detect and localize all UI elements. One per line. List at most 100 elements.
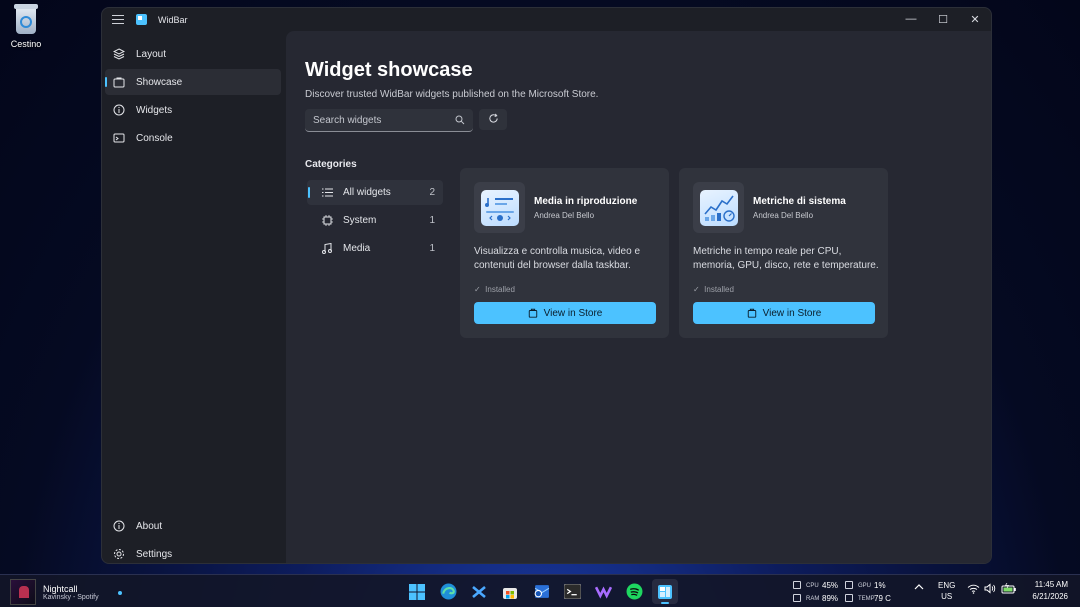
info-icon (113, 520, 125, 532)
sidebar-nav: Layout Showcase Widgets Console About Se… (102, 31, 286, 563)
store-icon[interactable] (497, 579, 523, 604)
ram-label: RAM (806, 595, 820, 602)
spotify-icon[interactable] (621, 579, 647, 604)
category-label: System (343, 215, 377, 226)
layers-icon (113, 48, 125, 60)
list-icon (321, 188, 333, 197)
widbar-window: WidBar — ☐ ✕ Layout Showcase Widgets Con… (101, 7, 992, 564)
now-playing-artist: Kavinsky - Spotify (43, 593, 99, 601)
gpu-stat: GPU 1% (845, 581, 886, 590)
media-player-icon (474, 182, 525, 233)
edge-icon[interactable] (435, 579, 461, 604)
gpu-icon (845, 581, 853, 589)
language-indicator[interactable]: ENG US (938, 580, 955, 602)
cpu-value: 45% (822, 581, 839, 590)
view-in-store-button[interactable]: View in Store (474, 302, 656, 324)
category-media[interactable]: Media 1 (307, 236, 443, 261)
sidebar-item-label: Settings (136, 548, 173, 560)
ram-icon (793, 594, 801, 602)
cpu-stat: CPU 45% (793, 581, 838, 590)
wifi-icon[interactable] (967, 584, 980, 596)
gear-icon (113, 548, 125, 560)
install-status: ✓ Installed (474, 285, 515, 294)
recycle-bin-desktop-icon[interactable]: Cestino (6, 4, 46, 49)
music-icon (321, 243, 333, 254)
visual-studio-preview-icon[interactable] (590, 579, 616, 604)
widget-name: Media in riproduzione (534, 196, 638, 207)
widbar-icon[interactable] (652, 579, 678, 604)
recycle-bin-icon (13, 4, 39, 34)
store-icon (113, 76, 125, 88)
taskbar-apps (404, 579, 683, 604)
store-icon (528, 308, 538, 318)
title-bar: WidBar — ☐ ✕ (102, 8, 991, 31)
system-metrics-icon (693, 182, 744, 233)
close-button[interactable]: ✕ (959, 8, 991, 30)
windows-start-icon[interactable] (404, 579, 430, 604)
widget-author: Andrea Del Bello (534, 211, 595, 220)
clock[interactable]: 11:45 AM 6/21/2026 (1026, 579, 1068, 603)
check-icon: ✓ (693, 285, 700, 294)
sidebar-item-settings[interactable]: Settings (105, 541, 281, 563)
categories-heading: Categories (305, 159, 357, 170)
category-label: All widgets (343, 187, 391, 198)
cpu-label: CPU (806, 582, 819, 589)
install-status-label: Installed (704, 285, 734, 294)
temp-label: TEMP (858, 595, 875, 602)
chip-icon (321, 215, 333, 226)
check-icon: ✓ (474, 285, 481, 294)
clock-date: 6/21/2026 (1032, 592, 1068, 601)
widget-author: Andrea Del Bello (753, 211, 814, 220)
install-status: ✓ Installed (693, 285, 734, 294)
hamburger-menu-icon[interactable] (112, 12, 124, 27)
refresh-button[interactable] (479, 109, 507, 130)
button-label: View in Store (543, 307, 603, 319)
temperature-icon (845, 594, 853, 602)
sidebar-item-about[interactable]: About (105, 513, 281, 539)
category-count: 1 (429, 215, 435, 226)
sidebar-item-showcase[interactable]: Showcase (105, 69, 281, 95)
category-count: 2 (429, 187, 435, 198)
view-in-store-button[interactable]: View in Store (693, 302, 875, 324)
show-hidden-icons-chevron-icon[interactable] (914, 583, 924, 593)
gpu-label: GPU (858, 582, 872, 589)
outlook-icon[interactable] (528, 579, 554, 604)
language-line-1: ENG (938, 581, 956, 590)
category-label: Media (343, 243, 371, 254)
button-label: View in Store (762, 307, 822, 319)
widget-name: Metriche di sistema (753, 196, 846, 207)
search-placeholder: Search widgets (313, 114, 382, 126)
playing-indicator (118, 591, 122, 595)
volume-icon[interactable] (984, 583, 996, 596)
minimize-button[interactable]: — (895, 8, 927, 30)
terminal-icon[interactable] (559, 579, 585, 604)
console-icon (113, 132, 125, 144)
temp-stat: TEMP 79 C (845, 594, 891, 603)
album-art (10, 579, 36, 605)
widget-card-media: Media in riproduzione Andrea Del Bello V… (460, 168, 669, 338)
temp-value: 79 C (874, 594, 891, 603)
sidebar-item-console[interactable]: Console (105, 125, 281, 151)
category-all-widgets[interactable]: All widgets 2 (307, 180, 443, 205)
page-subtitle: Discover trusted WidBar widgets publishe… (305, 89, 599, 100)
sidebar-item-layout[interactable]: Layout (105, 41, 281, 67)
gpu-value: 1% (874, 581, 886, 590)
info-icon (113, 104, 125, 116)
maximize-button[interactable]: ☐ (927, 8, 959, 30)
language-line-2: US (941, 592, 953, 601)
sidebar-item-label: Console (136, 132, 173, 144)
page-title: Widget showcase (305, 59, 473, 81)
battery-icon[interactable] (1001, 582, 1017, 596)
sidebar-item-widgets[interactable]: Widgets (105, 97, 281, 123)
sidebar-item-label: Layout (136, 48, 167, 60)
now-playing-widget[interactable]: Nightcall Kavinsky - Spotify (10, 579, 122, 605)
clock-time: 11:45 AM (1034, 580, 1068, 589)
app-logo-icon (136, 14, 147, 25)
window-title: WidBar (158, 14, 188, 25)
visual-studio-icon[interactable] (466, 579, 492, 604)
search-input[interactable]: Search widgets (305, 109, 473, 132)
sidebar-item-label: Showcase (136, 76, 183, 88)
widget-description: Visualizza e controlla musica, video e c… (474, 246, 641, 271)
category-system[interactable]: System 1 (307, 208, 443, 233)
main-content: Widget showcase Discover trusted WidBar … (286, 31, 991, 563)
